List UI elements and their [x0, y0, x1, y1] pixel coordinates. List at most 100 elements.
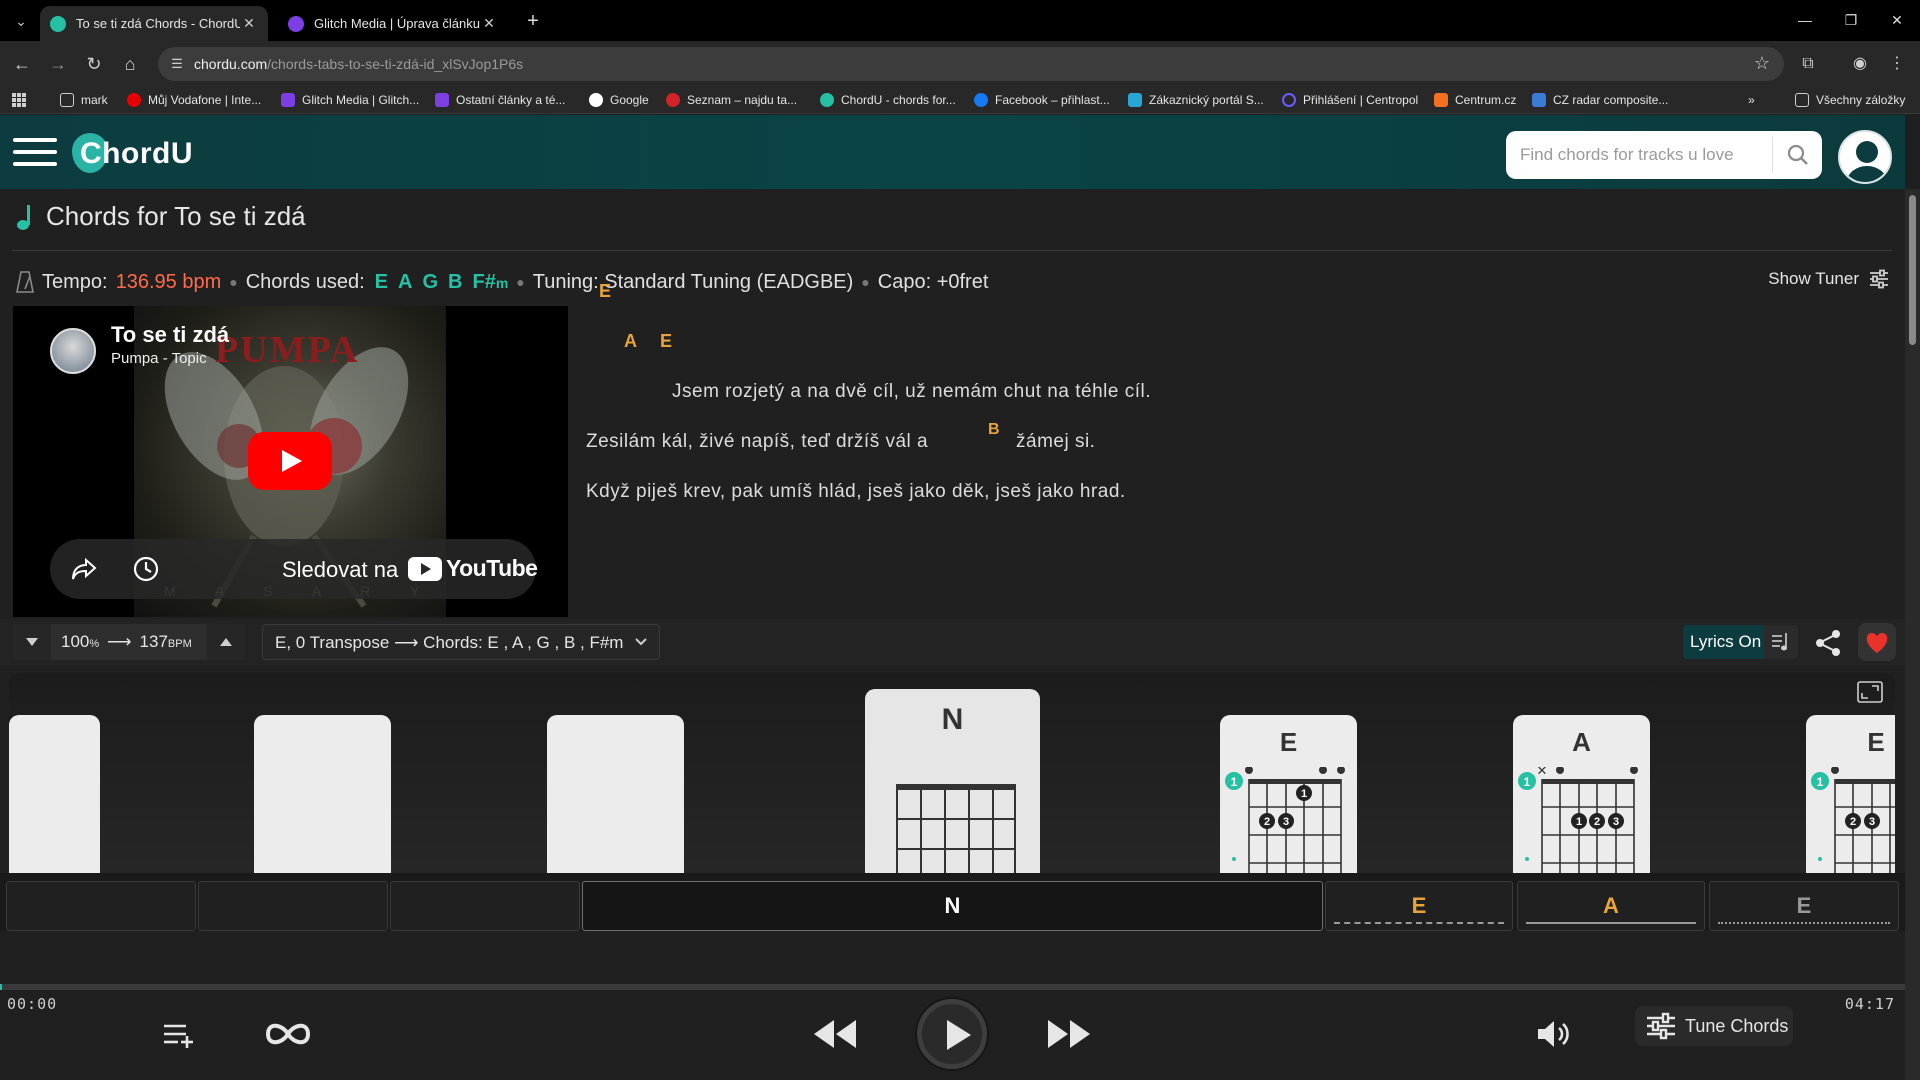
timeline-segment-current[interactable]: N [582, 881, 1323, 931]
search-icon[interactable] [1786, 143, 1810, 167]
chord-card-label: E [1279, 727, 1298, 757]
expand-icon[interactable] [1857, 681, 1883, 703]
chord-chip[interactable]: G [422, 271, 438, 294]
user-avatar[interactable] [1838, 130, 1892, 184]
lyrics-toggle-button[interactable]: Lyrics On [1683, 625, 1798, 659]
bookmark-item[interactable]: CZ radar composite... [1532, 90, 1668, 110]
volume-icon[interactable] [1536, 1018, 1572, 1050]
lyric-chord[interactable]: A [624, 331, 637, 352]
bookmark-item[interactable]: Zákaznický portál S... [1128, 90, 1264, 110]
share-arrow-icon[interactable] [70, 555, 98, 583]
profile-icon[interactable]: ◉ [1847, 51, 1873, 77]
tuner-sliders-icon[interactable] [1867, 267, 1891, 291]
lyric-chord[interactable]: B [988, 421, 1000, 439]
new-tab-button[interactable]: + [520, 8, 546, 34]
page-scrollbar[interactable] [1905, 189, 1920, 1080]
speed-down-button[interactable] [13, 624, 51, 660]
hamburger-menu-icon[interactable] [13, 138, 57, 168]
site-info-icon[interactable]: ☰ [168, 55, 186, 73]
bookmark-item[interactable]: ChordU - chords for... [820, 90, 956, 110]
address-bar[interactable]: ☰ chordu.com/chords-tabs-to-se-ti-zdá-id… [158, 47, 1784, 81]
svg-text:3: 3 [1283, 816, 1289, 828]
tab-chordu[interactable]: To se ti zdá Chords - ChordU ✕ [40, 6, 268, 41]
forward-button[interactable]: → [44, 50, 72, 78]
close-tab-icon[interactable]: ✕ [240, 15, 258, 32]
bookmark-item[interactable]: Ostatní články a té... [435, 90, 565, 110]
bookmark-item[interactable]: mark [60, 90, 108, 110]
speed-up-button[interactable] [207, 624, 245, 660]
loop-infinity-icon[interactable] [262, 1018, 314, 1050]
timeline-segment-upcoming[interactable]: E [1709, 881, 1899, 931]
more-bookmarks-icon[interactable]: » [1748, 90, 1755, 110]
watch-on-youtube-bar[interactable]: Sledovat na YouTube [50, 539, 538, 599]
timeline-segment-past[interactable] [390, 881, 580, 931]
scrollbar-thumb[interactable] [1909, 195, 1916, 345]
channel-avatar[interactable] [50, 328, 96, 374]
bookmark-item[interactable]: Můj Vodafone | Inte... [127, 90, 261, 110]
chord-a-diagram: ✕ 1 1 2 3 [1518, 767, 1638, 873]
chord-card-label: E [1867, 727, 1885, 757]
close-window-button[interactable]: ✕ [1874, 0, 1920, 41]
back-button[interactable]: ← [8, 50, 36, 78]
chord-card-upcoming[interactable]: E 1 2 3 [1806, 715, 1895, 873]
watch-later-clock-icon[interactable] [132, 555, 160, 583]
chord-card-upcoming[interactable]: E 1 1 2 3 [1220, 715, 1357, 873]
youtube-video-embed[interactable]: M A S A R Y K PUMPA To se ti zdá Pumpa -… [13, 306, 568, 617]
tab-glitch-media[interactable]: Glitch Media | Úprava článku ✕ [278, 6, 508, 41]
lyric-chord[interactable]: E [660, 331, 672, 352]
lyric-chord[interactable]: E [599, 281, 611, 302]
transpose-select[interactable]: E, 0 Transpose ⟶ Chords: E , A , G , B ,… [262, 624, 660, 660]
bookmark-item[interactable]: Centrum.cz [1434, 90, 1516, 110]
play-button[interactable] [917, 999, 987, 1069]
chordu-logo[interactable]: ChordU [72, 133, 192, 173]
timeline-segment-upcoming[interactable]: E [1325, 881, 1513, 931]
chords-used-label: Chords used: [245, 270, 365, 293]
bookmark-item[interactable]: Přihlášení | Centropol [1282, 90, 1418, 110]
svg-text:2: 2 [1850, 816, 1856, 828]
home-button[interactable]: ⌂ [116, 50, 144, 78]
rewind-icon[interactable] [812, 1016, 858, 1052]
chevron-down-icon [635, 638, 647, 646]
timeline-segment-past[interactable] [198, 881, 388, 931]
bookmark-item[interactable]: Glitch Media | Glitch... [281, 90, 419, 110]
tab-search-chevron-icon[interactable]: ⌄ [10, 10, 32, 32]
svg-text:✕: ✕ [1537, 767, 1548, 778]
chord-chip[interactable]: B [448, 271, 462, 294]
chord-chip[interactable]: A [398, 271, 412, 294]
timeline-segment-past[interactable] [6, 881, 196, 931]
close-tab-icon[interactable]: ✕ [480, 15, 498, 32]
video-title[interactable]: To se ti zdá [111, 322, 229, 348]
all-bookmarks[interactable]: Všechny záložky [1795, 90, 1905, 110]
fretboard-diagram [896, 784, 1016, 873]
minimize-button[interactable]: — [1782, 0, 1828, 41]
timeline-segment-upcoming[interactable]: A [1517, 881, 1705, 931]
chord-card-upcoming[interactable]: A ✕ 1 1 2 3 [1513, 715, 1650, 873]
share-icon[interactable] [1812, 627, 1844, 659]
chord-card-past[interactable] [254, 715, 391, 873]
reload-button[interactable]: ↻ [80, 50, 108, 78]
fast-forward-icon[interactable] [1046, 1016, 1092, 1052]
add-to-playlist-icon[interactable] [162, 1020, 196, 1050]
youtube-play-button[interactable] [248, 432, 332, 490]
lyrics-toggle-label: Lyrics On [1690, 632, 1762, 651]
extensions-icon[interactable]: ⧉ [1795, 51, 1821, 77]
chord-card-past[interactable] [547, 715, 684, 873]
svg-text:1: 1 [1231, 775, 1238, 789]
bookmark-star-icon[interactable]: ☆ [1754, 53, 1770, 74]
svg-text:1: 1 [1524, 775, 1531, 789]
show-tuner-button[interactable]: Show Tuner [1768, 269, 1859, 289]
chord-chip[interactable]: F#m [472, 271, 508, 294]
bookmark-item[interactable]: Seznam – najdu ta... [666, 90, 797, 110]
favorite-heart-button[interactable] [1858, 623, 1896, 661]
search-input[interactable] [1520, 143, 1760, 167]
browser-menu-icon[interactable]: ⋮ [1884, 51, 1910, 77]
chord-chip[interactable]: E [375, 271, 388, 294]
video-channel[interactable]: Pumpa - Topic [111, 350, 207, 367]
bookmark-item[interactable]: Facebook – přihlast... [974, 90, 1110, 110]
chord-card-past[interactable] [9, 715, 100, 873]
restore-button[interactable]: ❐ [1828, 0, 1874, 41]
tune-chords-button[interactable]: Tune Chords [1635, 1006, 1793, 1046]
chord-card-current[interactable]: N [865, 689, 1040, 873]
bookmark-item[interactable]: Google [589, 90, 649, 110]
apps-grid-icon[interactable] [12, 90, 26, 110]
